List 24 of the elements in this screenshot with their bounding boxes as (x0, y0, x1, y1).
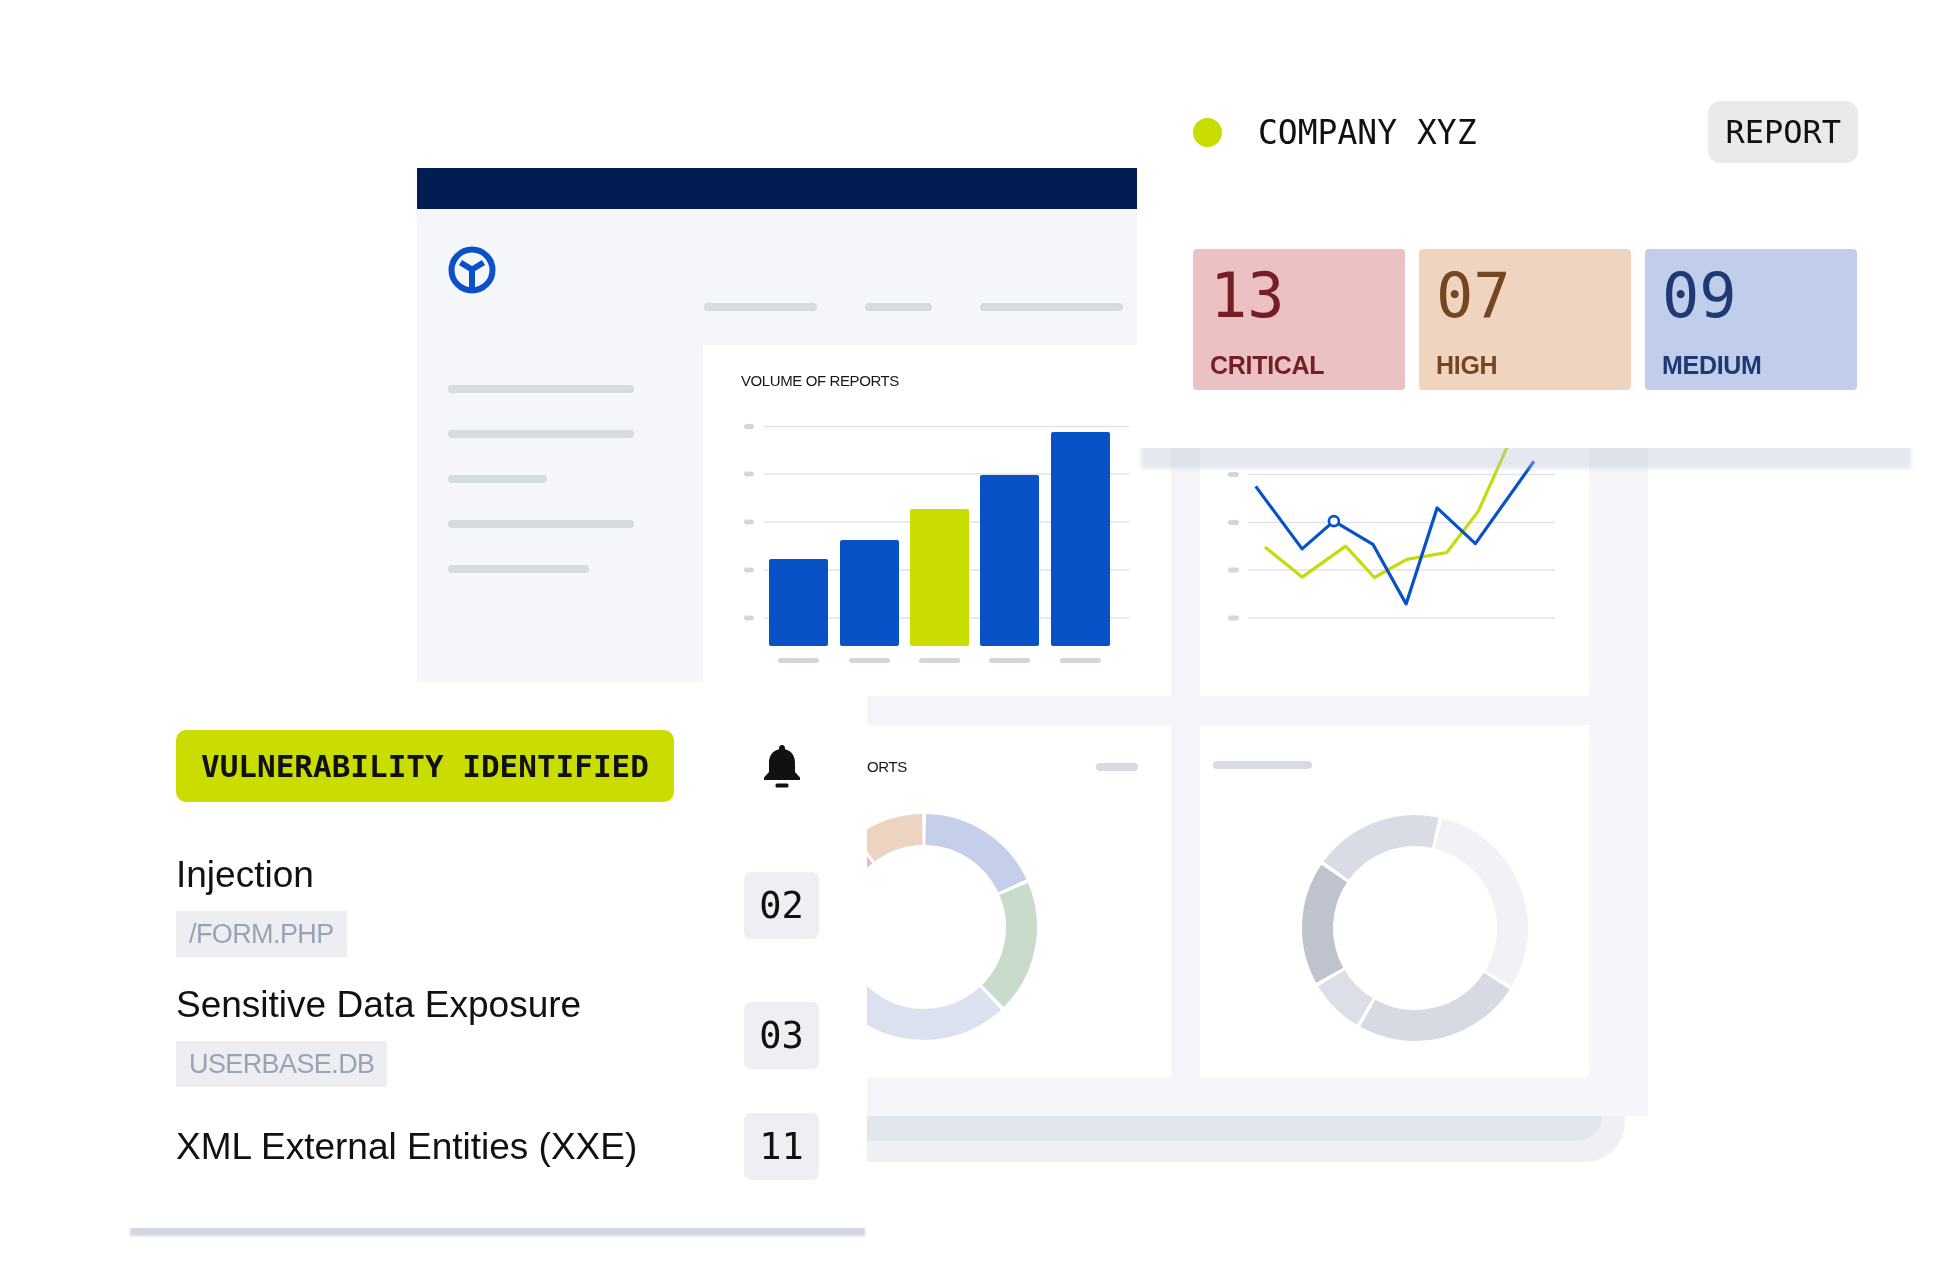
file-path-tag: /FORM.PHP (176, 911, 347, 957)
chart-title: VOLUME OF REPORTS (741, 372, 899, 390)
status-dot-icon (1193, 117, 1222, 147)
file-path-tag: USERBASE.DB (176, 1041, 388, 1087)
severity-label: HIGH (1436, 350, 1498, 380)
placeholder-line (1096, 763, 1138, 771)
severity-label: CRITICAL (1210, 350, 1325, 380)
report-button[interactable]: REPORT (1708, 101, 1858, 163)
severity-count: 13 (1210, 265, 1285, 327)
company-name: COMPANY XYZ (1258, 112, 1477, 152)
bell-icon (761, 744, 803, 788)
count-badge: 11 (744, 1113, 819, 1180)
placeholder-line (865, 303, 932, 311)
vulnerability-name: Sensitive Data Exposure (176, 983, 582, 1027)
severity-label: MEDIUM (1662, 350, 1762, 380)
vulnerability-name: XML External Entities (XXE) (176, 1124, 638, 1169)
severity-count: 07 (1436, 265, 1511, 327)
status-badge: VULNERABILITY IDENTIFIED (176, 730, 674, 802)
chart-title: ORTS (867, 758, 907, 776)
count-badge: 02 (744, 871, 819, 939)
logo-icon (448, 246, 496, 294)
severity-count: 09 (1662, 265, 1737, 327)
count-badge: 03 (744, 1001, 819, 1069)
vulnerability-name: Injection (176, 853, 314, 897)
